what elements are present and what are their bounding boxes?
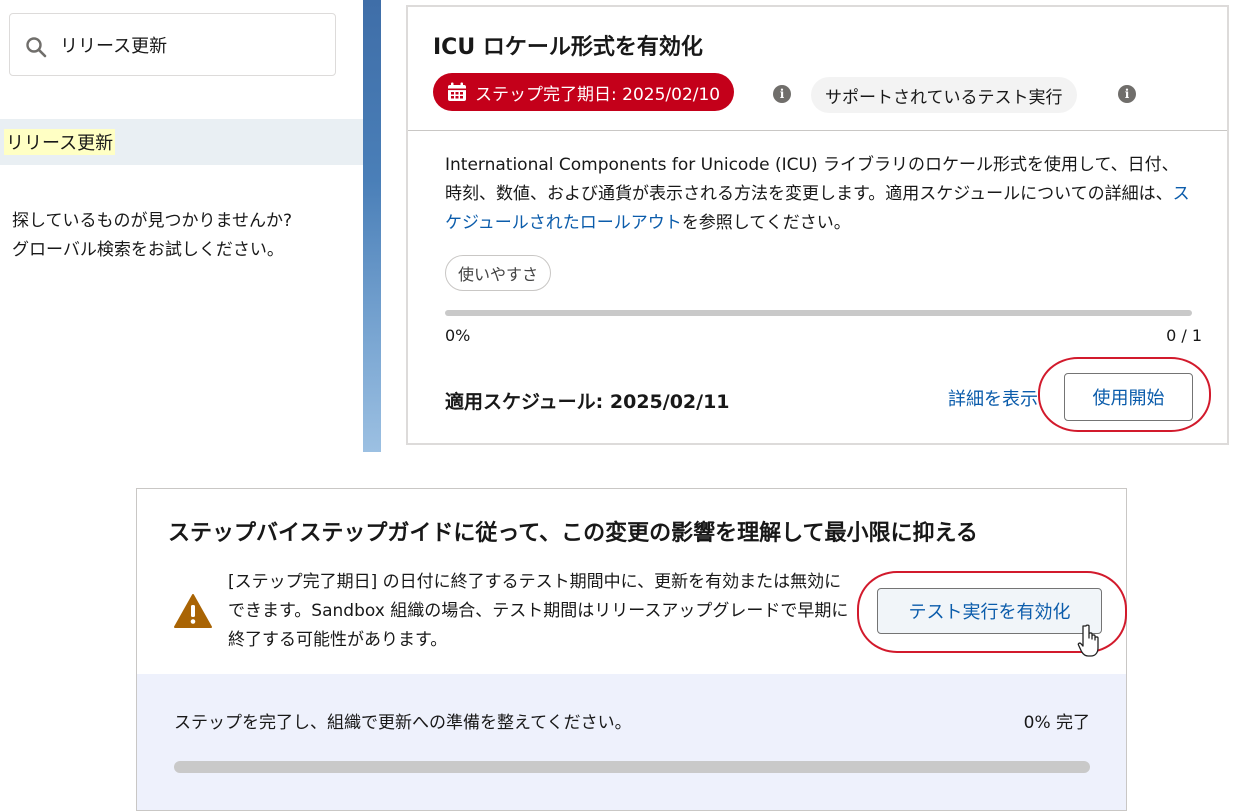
search-value: リリース更新 — [60, 36, 168, 57]
hand-cursor-icon — [1077, 624, 1099, 657]
search-input[interactable]: リリース更新 — [9, 13, 336, 76]
search-result-label: リリース更新 — [4, 129, 116, 155]
progress-percent: 0% — [445, 326, 471, 345]
test-run-supported-label: サポートされているテスト実行 — [825, 87, 1063, 108]
description-text-end: を参照してください。 — [681, 213, 851, 233]
view-details-link[interactable]: 詳細を表示 — [948, 385, 1038, 411]
warning-icon — [174, 594, 212, 628]
progress-count: 0 / 1 — [1166, 326, 1202, 345]
search-panel: リリース更新 リリース更新 探しているものが見つかりませんか? グローバル検索を… — [0, 0, 363, 452]
enforcement-schedule: 適用スケジュール: 2025/02/11 — [445, 391, 730, 413]
description-text: International Components for Unicode (IC… — [445, 155, 1179, 204]
calendar-icon — [448, 82, 466, 101]
info-icon[interactable]: i — [1118, 85, 1136, 103]
search-result-item[interactable]: リリース更新 — [0, 119, 363, 165]
overall-progress-bar — [174, 761, 1090, 773]
annotation-highlight-oval — [1038, 357, 1211, 432]
due-date-label: ステップ完了期日: 2025/02/10 — [475, 84, 721, 105]
info-icon[interactable]: i — [773, 85, 791, 103]
card-title: ICU ロケール形式を有効化 — [433, 35, 703, 60]
footer-percent-complete: 0% 完了 — [1023, 713, 1090, 733]
test-run-supported-badge: サポートされているテスト実行 — [811, 77, 1077, 113]
footer-message: ステップを完了し、組織で更新への準備を整えてください。 — [174, 713, 632, 733]
card-description: International Components for Unicode (IC… — [445, 151, 1195, 238]
divider — [408, 130, 1227, 131]
warning-message: [ステップ完了期日] の日付に終了するテスト期間中に、更新を有効または無効にでき… — [228, 572, 849, 650]
step-progress-bar — [445, 310, 1192, 316]
background-strip — [363, 0, 381, 452]
not-found-line-1: 探しているものが見つかりませんか? — [12, 211, 293, 231]
due-date-badge: ステップ完了期日: 2025/02/10 — [433, 73, 735, 111]
search-icon — [26, 37, 47, 58]
guide-title: ステップバイステップガイドに従って、この変更の影響を理解して最小限に抑える — [168, 521, 978, 546]
not-found-line-2: グローバル検索をお試しください。 — [12, 240, 284, 260]
category-tag: 使いやすさ — [445, 255, 552, 291]
step-guide-card: ステップバイステップガイドに従って、この変更の影響を理解して最小限に抑える [ス… — [136, 488, 1127, 811]
not-found-message: 探しているものが見つかりませんか? グローバル検索をお試しください。 — [12, 207, 292, 265]
progress-footer: ステップを完了し、組織で更新への準備を整えてください。 0% 完了 — [137, 674, 1126, 810]
